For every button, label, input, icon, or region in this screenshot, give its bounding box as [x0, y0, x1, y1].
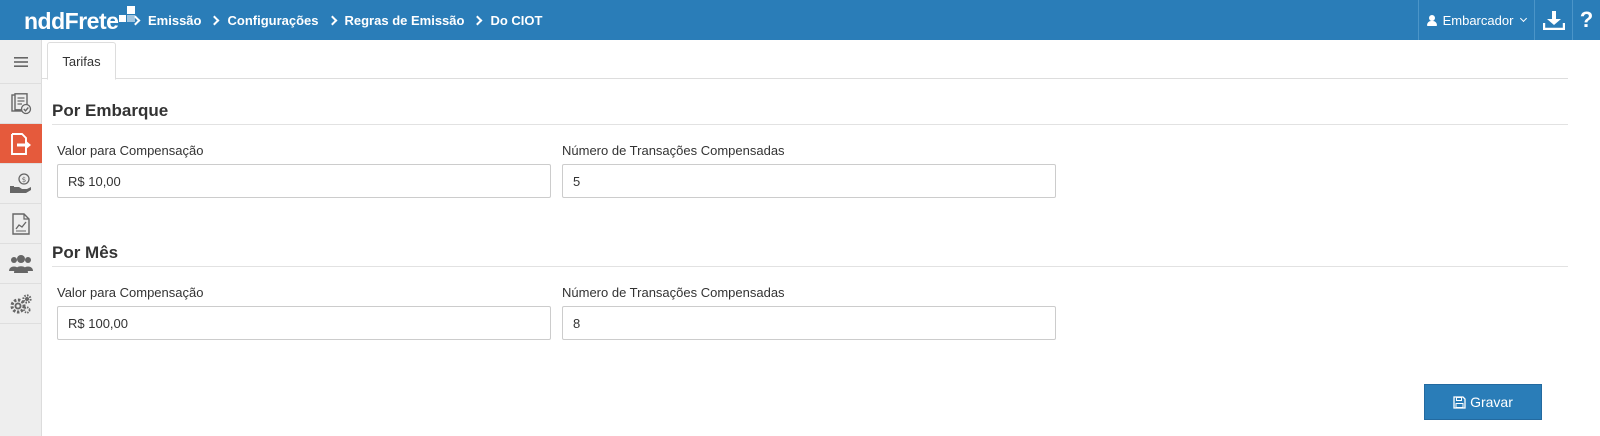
- users-icon: [9, 254, 33, 273]
- breadcrumb: Emissão Configurações Regras de Emissão …: [130, 0, 552, 40]
- transacoes-compensadas-mes-label: Número de Transações Compensadas: [562, 285, 785, 300]
- breadcrumb-label: Regras de Emissão: [344, 12, 465, 28]
- chevron-right-icon: [210, 15, 220, 25]
- valor-compensacao-mes-label: Valor para Compensação: [57, 285, 204, 300]
- transacoes-compensadas-embarque-label: Número de Transações Compensadas: [562, 143, 785, 158]
- main-content: Tarifas Por Embarque Valor para Compensa…: [42, 40, 1600, 436]
- help-icon: ?: [1579, 7, 1594, 32]
- document-check-icon: [11, 92, 32, 114]
- floppy-disk-icon: [1453, 395, 1466, 409]
- sidebar: $: [0, 40, 42, 436]
- header-actions: Embarcador ?: [1418, 0, 1600, 40]
- transacoes-compensadas-mes-input[interactable]: [562, 306, 1056, 340]
- breadcrumb-item-regras-de-emissao[interactable]: Regras de Emissão: [327, 12, 465, 28]
- sidebar-item-configuracoes[interactable]: [0, 284, 42, 324]
- sidebar-item-emissao[interactable]: [0, 124, 42, 164]
- chevron-right-icon: [130, 15, 141, 25]
- chevron-down-icon: [1520, 14, 1528, 23]
- top-bar: nddFrete Emissão Configurações Regras de…: [0, 0, 1600, 40]
- sidebar-item-financeiro[interactable]: $: [0, 164, 42, 204]
- section-title-por-embarque: Por Embarque: [52, 101, 169, 120]
- user-menu[interactable]: Embarcador: [1418, 0, 1534, 40]
- sidebar-item-documents[interactable]: [0, 84, 42, 124]
- save-button-label: Gravar: [1470, 394, 1513, 410]
- chevron-right-icon: [327, 15, 337, 25]
- section-divider: [52, 124, 1568, 125]
- section-title-por-mes: Por Mês: [52, 243, 119, 262]
- tab-bar: Tarifas: [42, 40, 1568, 80]
- report-chart-icon: [12, 212, 30, 235]
- transacoes-compensadas-embarque-input[interactable]: [562, 164, 1056, 198]
- sidebar-item-menu[interactable]: [0, 40, 42, 84]
- valor-compensacao-mes-input[interactable]: [57, 306, 551, 340]
- breadcrumb-label: Do CIOT: [490, 12, 543, 28]
- breadcrumb-label: Configurações: [227, 12, 319, 28]
- help-button[interactable]: ?: [1572, 0, 1600, 40]
- download-button[interactable]: [1534, 0, 1572, 40]
- sidebar-item-usuarios[interactable]: [0, 244, 42, 284]
- logo-text: nddFrete: [24, 8, 119, 34]
- svg-text:$: $: [22, 176, 26, 184]
- hand-money-icon: $: [10, 172, 31, 193]
- breadcrumb-item-emissao[interactable]: Emissão: [130, 12, 202, 28]
- gears-icon: [10, 293, 32, 313]
- breadcrumb-label: Emissão: [148, 12, 202, 28]
- app-logo[interactable]: nddFrete: [24, 6, 136, 36]
- document-export-icon: [11, 132, 31, 155]
- user-menu-label: Embarcador: [1442, 12, 1514, 28]
- breadcrumb-item-configuracoes[interactable]: Configurações: [210, 12, 319, 28]
- section-divider: [52, 266, 1568, 267]
- tab-tarifas[interactable]: Tarifas: [47, 42, 116, 80]
- download-icon: [1542, 11, 1565, 30]
- sidebar-item-relatorios[interactable]: [0, 204, 42, 244]
- menu-icon: [14, 56, 28, 67]
- user-icon: [1426, 14, 1437, 26]
- save-button[interactable]: Gravar: [1424, 384, 1542, 420]
- breadcrumb-item-do-ciot: Do CIOT: [473, 12, 543, 28]
- valor-compensacao-embarque-label: Valor para Compensação: [57, 143, 204, 158]
- chevron-right-icon: [473, 15, 483, 25]
- valor-compensacao-embarque-input[interactable]: [57, 164, 551, 198]
